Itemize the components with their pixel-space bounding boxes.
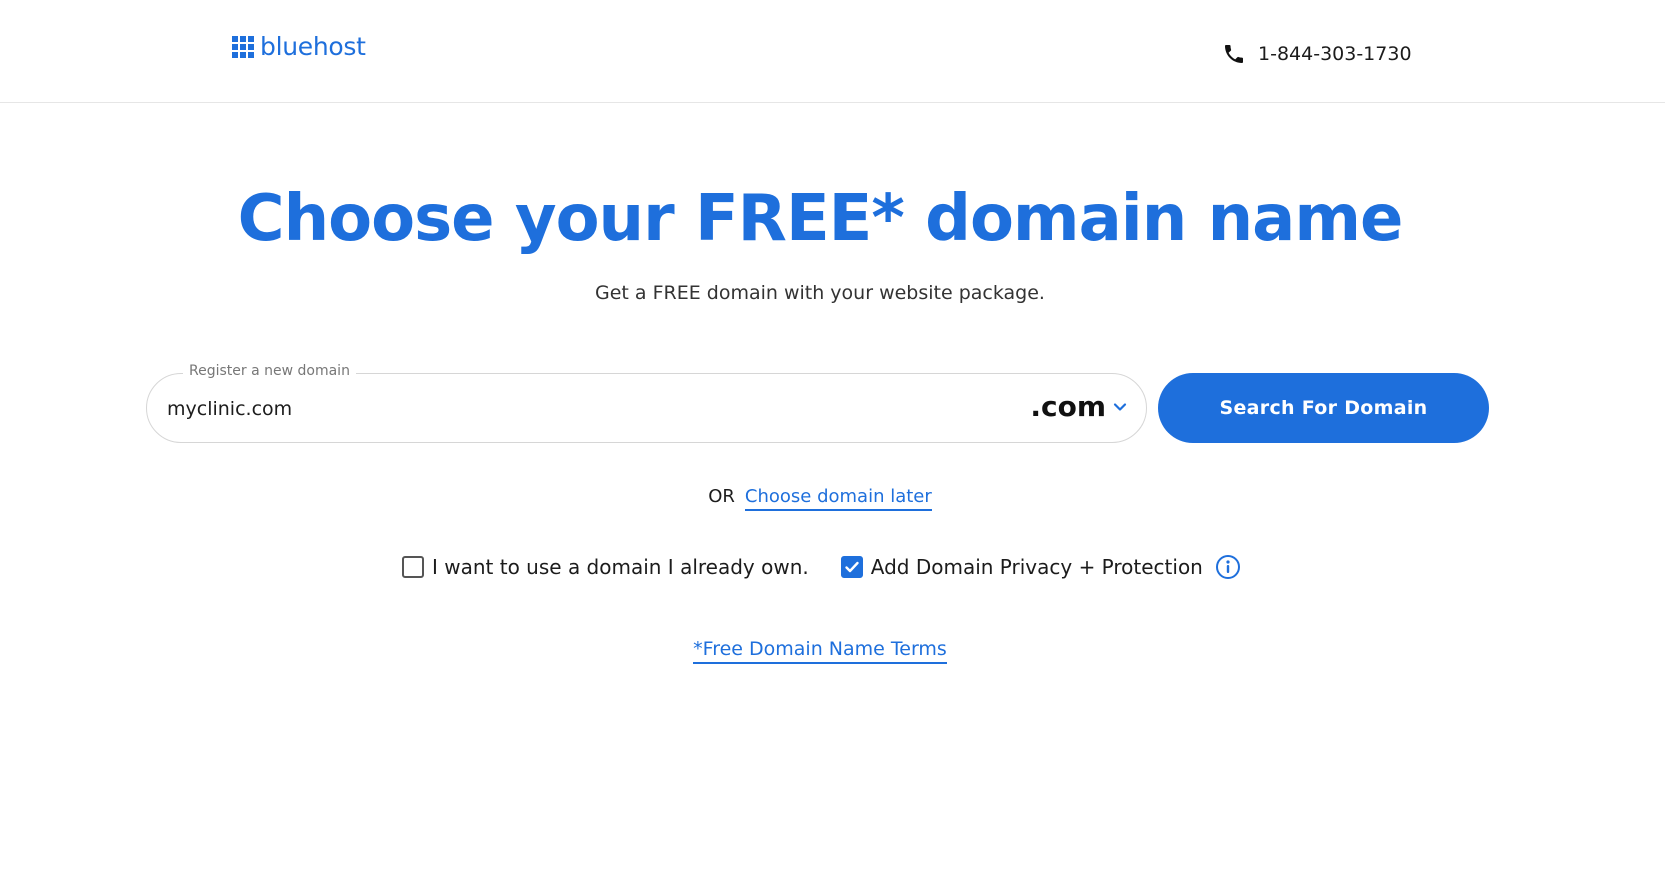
domain-search-field: Register a new domain .com — [146, 363, 1147, 443]
privacy-option[interactable]: Add Domain Privacy + Protection — [840, 554, 1241, 580]
search-for-domain-button[interactable]: Search For Domain — [1158, 373, 1489, 443]
phone-number: 1-844-303-1730 — [1258, 43, 1412, 65]
or-text: OR — [708, 486, 735, 507]
tld-selected-value: .com — [1030, 390, 1106, 423]
domain-options: I want to use a domain I already own. Ad… — [402, 554, 1241, 580]
bluehost-logo[interactable]: bluehost — [232, 32, 366, 61]
info-icon[interactable] — [1215, 554, 1241, 580]
own-domain-option[interactable]: I want to use a domain I already own. — [402, 555, 809, 579]
privacy-checkbox[interactable] — [840, 556, 863, 578]
choose-domain-later-link[interactable]: Choose domain later — [744, 486, 932, 511]
phone-icon — [1225, 45, 1243, 63]
tld-dropdown[interactable]: .com — [1030, 390, 1128, 423]
own-domain-checkbox[interactable] — [402, 556, 424, 578]
privacy-label: Add Domain Privacy + Protection — [870, 555, 1203, 579]
choose-later-row: OR Choose domain later — [0, 486, 1640, 511]
logo-text: bluehost — [260, 32, 366, 61]
phone-link[interactable]: 1-844-303-1730 — [1222, 42, 1412, 66]
free-domain-terms-link[interactable]: *Free Domain Name Terms — [693, 638, 947, 664]
site-header: bluehost 1-844-303-1730 — [0, 0, 1665, 103]
own-domain-label: I want to use a domain I already own. — [432, 555, 809, 579]
chevron-down-icon — [1113, 402, 1127, 411]
logo-grid-icon — [232, 35, 254, 58]
page-title: Choose your FREE* domain name — [237, 182, 1404, 256]
page-subtitle: Get a FREE domain with your website pack… — [595, 282, 1045, 304]
domain-field-label: Register a new domain — [183, 363, 356, 379]
checkmark-icon — [845, 561, 859, 573]
terms-row: *Free Domain Name Terms — [0, 638, 1640, 664]
domain-input[interactable] — [165, 392, 949, 426]
